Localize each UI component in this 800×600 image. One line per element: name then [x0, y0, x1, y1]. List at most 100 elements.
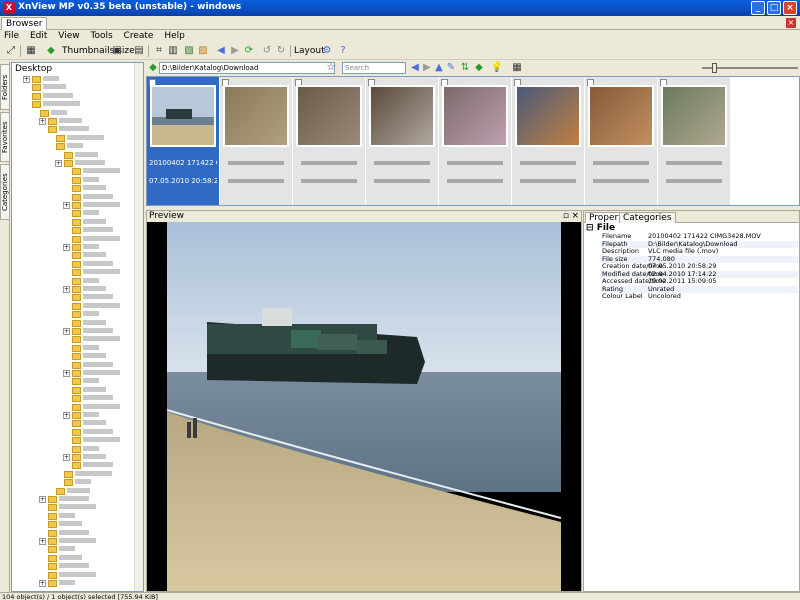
side-tab-categories[interactable]: Categories — [0, 164, 10, 220]
folder-icon — [72, 420, 81, 428]
expand-icon[interactable]: + — [39, 118, 46, 125]
rotate-right-icon[interactable]: ↻ — [274, 44, 288, 58]
side-tab-favorites[interactable]: Favorites — [0, 112, 10, 162]
expand-icon[interactable]: + — [55, 160, 62, 167]
folder-icon — [72, 454, 81, 461]
thumbnail-item[interactable] — [439, 77, 511, 205]
close-tab-icon[interactable]: × — [786, 18, 796, 28]
columns-icon[interactable]: ▤ — [132, 44, 146, 58]
folder-icon — [32, 92, 41, 100]
settings-icon[interactable]: ⚙ — [320, 44, 334, 58]
search-input[interactable]: Search — [342, 62, 406, 74]
toolbar: ⤢ ▦ ◆ Thumbnails size ▣ ▤ ⌗ ▥ ▧ ▨ ◀ ▶ ⟳ … — [0, 42, 800, 60]
side-tab-folders[interactable]: Folders — [0, 64, 10, 110]
star-icon[interactable]: ☆ — [324, 61, 338, 75]
folder-icon — [72, 294, 81, 302]
folder-icon — [72, 235, 81, 243]
expand-icon[interactable]: + — [63, 412, 70, 419]
thumbnail-item[interactable] — [366, 77, 438, 205]
view-mode-icon[interactable]: ▦ — [24, 44, 38, 58]
thumbnail-item[interactable] — [658, 77, 730, 205]
thumbnail-image — [444, 87, 506, 145]
thumbnail-item[interactable] — [512, 77, 584, 205]
property-value: 19.02.2011 15:09:05 — [648, 277, 717, 285]
expand-icon[interactable]: + — [63, 370, 70, 377]
sort-icon[interactable]: ▣ — [110, 44, 124, 58]
thumbnail-image — [298, 87, 360, 145]
rotate-left-icon[interactable]: ↺ — [260, 44, 274, 58]
expand-icon[interactable]: + — [23, 76, 30, 83]
folder-icon — [32, 84, 41, 92]
image-icon[interactable]: ▧ — [182, 44, 196, 58]
expand-icon[interactable]: + — [39, 580, 46, 587]
expand-icon[interactable]: + — [63, 328, 70, 335]
menu-bar: File Edit View Tools Create Help — [0, 30, 800, 42]
property-value: 07.05.2010 20:58:29 — [648, 262, 717, 270]
slider-knob[interactable] — [712, 63, 717, 73]
path-input[interactable]: D:\Bilder\Katalog\Download — [159, 62, 335, 74]
menu-help[interactable]: Help — [160, 30, 189, 42]
expand-icon[interactable]: + — [39, 496, 46, 503]
rotate-icon[interactable]: ⟳ — [242, 44, 256, 58]
property-key: Colour Label — [602, 292, 643, 300]
folder-icon — [72, 210, 81, 218]
maximize-button[interactable]: □ — [767, 1, 781, 15]
close-preview-icon[interactable]: × — [571, 211, 579, 222]
property-value: VLC media file (.mov) — [648, 247, 719, 255]
filter-icon[interactable]: ◆ — [44, 44, 58, 58]
arrow-left-icon[interactable]: ◀ — [214, 44, 228, 58]
thumbnail-item-selected[interactable]: 20100402 171422 CIMG3428.MOV 07.05.2010 … — [147, 77, 219, 205]
preview-icon[interactable]: ▨ — [196, 44, 210, 58]
refresh-icon[interactable]: ◆ — [146, 61, 160, 75]
expand-icon[interactable]: + — [63, 202, 70, 209]
folder-tree[interactable]: Desktop + + + + + + + + + + + + + — [11, 62, 144, 592]
close-button[interactable]: × — [783, 1, 797, 15]
bulb-icon[interactable]: 💡 — [490, 61, 504, 75]
menu-file[interactable]: File — [0, 30, 23, 42]
preview-title: Preview — [149, 211, 185, 221]
folder-icon — [72, 193, 81, 201]
folder-icon — [64, 470, 73, 478]
arrow-right-icon[interactable]: ▶ — [228, 44, 242, 58]
folder-icon — [72, 386, 81, 394]
tree-root-desktop[interactable]: Desktop — [15, 65, 52, 74]
thumbnail-image — [590, 87, 652, 145]
tab-categories[interactable]: Categories — [619, 212, 676, 223]
expand-icon[interactable]: + — [63, 286, 70, 293]
browser-icon[interactable]: ▥ — [166, 44, 180, 58]
menu-create[interactable]: Create — [120, 30, 158, 42]
property-row: Filename 20100402 171422 CIMG3428.MOV — [600, 233, 798, 240]
help-icon[interactable]: ? — [336, 44, 350, 58]
preview-header: Preview ▫ × — [147, 211, 581, 222]
tree-icon[interactable]: ⌗ — [152, 44, 166, 58]
folder-icon — [72, 361, 81, 369]
pin-icon[interactable]: ▫ — [563, 211, 569, 222]
folder-icon — [72, 202, 81, 209]
folder-icon — [32, 76, 41, 83]
thumbnail-item[interactable] — [293, 77, 365, 205]
folder-icon — [48, 571, 57, 579]
folder-icon — [64, 151, 73, 159]
thumbnail-view-icon[interactable]: ▦ — [510, 61, 524, 75]
tab-browser[interactable]: Browser — [1, 17, 48, 30]
folder-icon — [72, 176, 81, 184]
filter-list-icon[interactable]: ◆ — [472, 61, 486, 75]
tree-scrollbar[interactable] — [134, 63, 143, 591]
property-key: Filename — [602, 232, 632, 240]
collapse-icon[interactable]: ⊟ — [586, 223, 597, 233]
minimize-button[interactable]: _ — [751, 1, 765, 15]
expand-icon[interactable]: + — [63, 244, 70, 251]
menu-tools[interactable]: Tools — [86, 30, 116, 42]
expand-icon[interactable]: + — [63, 454, 70, 461]
menu-view[interactable]: View — [54, 30, 83, 42]
expand-icon[interactable]: + — [39, 538, 46, 545]
folder-icon — [48, 496, 57, 503]
menu-edit[interactable]: Edit — [26, 30, 51, 42]
thumbnail-item[interactable] — [220, 77, 292, 205]
fullscreen-icon[interactable]: ⤢ — [4, 44, 18, 58]
folder-icon — [40, 109, 49, 117]
thumbnail-item[interactable] — [585, 77, 657, 205]
new-folder-icon[interactable]: ✎ — [444, 61, 458, 75]
thumbnail-grid: 20100402 171422 CIMG3428.MOV 07.05.2010 … — [146, 76, 800, 206]
sort-order-icon[interactable]: ⇅ — [458, 61, 472, 75]
